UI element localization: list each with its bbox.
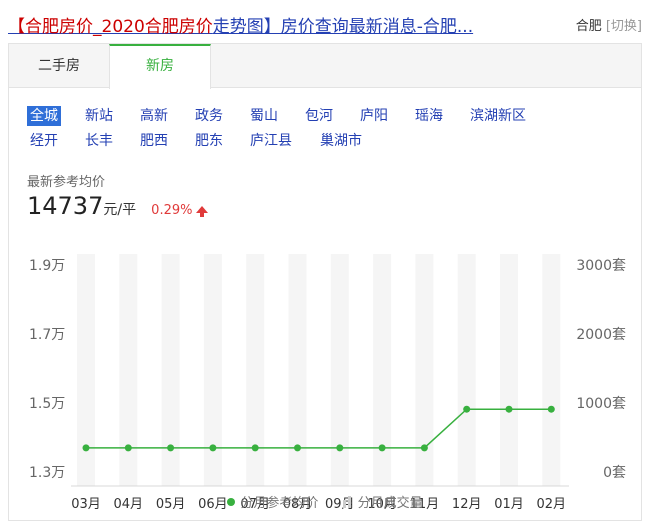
- left-tick-label: 1.7万: [29, 327, 65, 343]
- price-point: [251, 444, 259, 452]
- district-binhu[interactable]: 滨湖新区: [470, 106, 526, 126]
- arrow-up-icon: [196, 206, 209, 217]
- price-change: 0.29%: [151, 203, 193, 218]
- legend-dot-icon: [227, 498, 236, 506]
- page-title-link[interactable]: 【合肥房价_2020合肥房价走势图】房价查询最新消息-合肥...: [8, 12, 473, 37]
- district-feixi[interactable]: 肥西: [140, 131, 168, 151]
- district-lujiang[interactable]: 庐江县: [250, 131, 292, 151]
- house-price-card: 二手房 新房 全城 新站 高新 政务 蜀山 包河 庐阳 瑶海 滨湖新区 经开 长…: [8, 43, 642, 521]
- price-point: [547, 405, 555, 413]
- column-band: [457, 254, 476, 486]
- district-zhengwu[interactable]: 政务: [195, 106, 223, 126]
- price-point: [124, 444, 132, 452]
- switch-city-link[interactable]: [切换]: [606, 19, 642, 34]
- district-filter: 全城 新站 高新 政务 蜀山 包河 庐阳 瑶海 滨湖新区 经开 长丰 肥西 肥东…: [27, 106, 627, 156]
- district-yaohai[interactable]: 瑶海: [415, 106, 443, 126]
- price-point: [336, 444, 344, 452]
- left-tick-label: 1.3万: [29, 465, 65, 481]
- price-point: [167, 444, 175, 452]
- price-point: [378, 444, 386, 452]
- district-xinzhan[interactable]: 新站: [85, 106, 113, 126]
- column-band: [542, 254, 561, 486]
- district-changfeng[interactable]: 长丰: [85, 131, 113, 151]
- district-feidong[interactable]: 肥东: [195, 131, 223, 151]
- right-tick-label: 0套: [603, 465, 626, 481]
- district-luyang[interactable]: 庐阳: [360, 106, 388, 126]
- district-baohe[interactable]: 包河: [305, 106, 333, 126]
- avg-price-row: 14737元/平 0.29%: [27, 192, 209, 220]
- tab-second-hand[interactable]: 二手房: [9, 44, 109, 88]
- avg-price-value: 14737: [27, 192, 104, 220]
- price-point: [294, 444, 301, 452]
- legend-item-price[interactable]: 分月参考均价: [227, 492, 318, 511]
- column-band: [500, 254, 518, 486]
- legend-label-volume: 分月成交量: [357, 496, 423, 511]
- district-gaoxin[interactable]: 高新: [140, 106, 168, 126]
- price-line: [86, 408, 552, 449]
- title-highlight: 【合肥房价_2020合肥房价: [8, 17, 213, 37]
- district-all[interactable]: 全城: [27, 106, 61, 126]
- price-point: [82, 444, 90, 452]
- left-tick-label: 1.9万: [29, 258, 65, 274]
- avg-price-label: 最新参考均价: [27, 175, 106, 190]
- price-point: [420, 444, 428, 452]
- tab-new-house[interactable]: 新房: [109, 44, 211, 89]
- right-tick-label: 3000套: [576, 258, 626, 274]
- district-chaohu[interactable]: 巢湖市: [320, 131, 362, 151]
- avg-price-unit: 元/平: [103, 202, 137, 218]
- price-trend-chart: 1.9万1.7万1.5万1.3万3000套2000套1000套0套03月 04月 0…: [29, 254, 626, 512]
- chart-legend: 分月参考均价 分月成交量: [9, 492, 641, 511]
- district-shushan[interactable]: 蜀山: [250, 106, 278, 126]
- price-point: [209, 444, 217, 452]
- district-jingkai[interactable]: 经开: [30, 131, 58, 151]
- left-tick-label: 1.5万: [29, 396, 65, 412]
- district-row-1: 全城 新站 高新 政务 蜀山 包河 庐阳 瑶海 滨湖新区: [27, 106, 627, 131]
- district-row-2: 经开 长丰 肥西 肥东 庐江县 巢湖市: [27, 131, 627, 156]
- price-point: [505, 405, 513, 413]
- current-city: 合肥: [575, 19, 602, 34]
- city-switch: 合肥 [切换]: [576, 15, 642, 34]
- legend-item-volume[interactable]: 分月成交量: [342, 492, 423, 511]
- price-point: [463, 405, 471, 413]
- title-rest: 走势图】房价查询最新消息-合肥...: [212, 17, 474, 37]
- header: 【合肥房价_2020合肥房价走势图】房价查询最新消息-合肥... 合肥 [切换]: [8, 10, 642, 38]
- tab-bar: 二手房 新房: [9, 44, 641, 89]
- legend-label-price: 分月参考均价: [240, 496, 319, 511]
- right-tick-label: 2000套: [576, 327, 626, 343]
- legend-bar-icon: [342, 496, 353, 508]
- right-tick-label: 1000套: [576, 396, 626, 412]
